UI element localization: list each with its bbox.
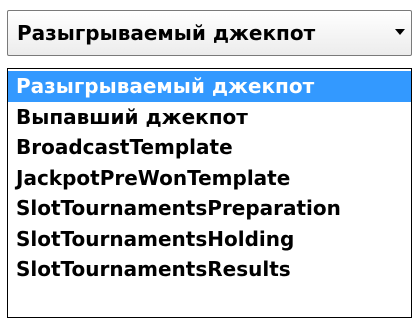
option-slot-tournaments-preparation[interactable]: SlotTournamentsPreparation: [8, 193, 411, 224]
template-select[interactable]: Разыгрываемый джекпот: [7, 10, 412, 56]
option-broadcast-template[interactable]: BroadcastTemplate: [8, 132, 411, 163]
option-slot-tournaments-holding[interactable]: SlotTournamentsHolding: [8, 224, 411, 255]
option-vypavshij-dzhekpot[interactable]: Выпавший джекпот: [8, 102, 411, 133]
option-slot-tournaments-results[interactable]: SlotTournamentsResults: [8, 254, 411, 285]
chevron-down-icon[interactable]: [395, 29, 405, 35]
select-current-value: Разыгрываемый джекпот: [17, 21, 316, 45]
dropdown-options-list: Разыгрываемый джекпот Выпавший джекпот B…: [7, 68, 412, 318]
option-razygryvaemyj-dzhekpot[interactable]: Разыгрываемый джекпот: [8, 71, 411, 102]
option-jackpot-prewon-template[interactable]: JackpotPreWonTemplate: [8, 163, 411, 194]
